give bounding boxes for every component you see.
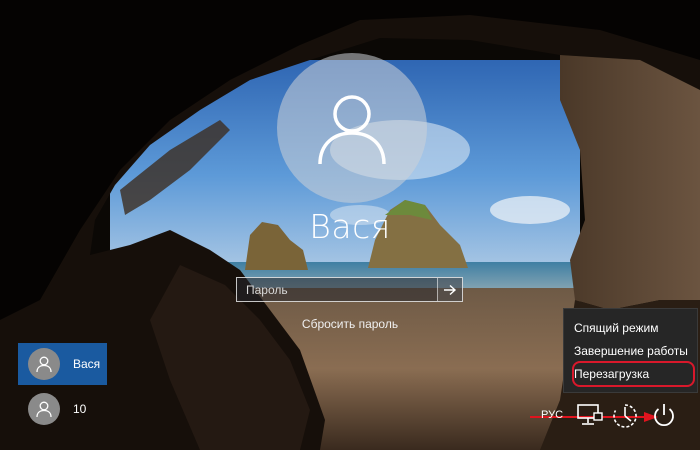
user-icon [36, 401, 52, 418]
power-button[interactable] [650, 401, 678, 431]
submit-button[interactable] [437, 278, 462, 301]
user-avatar-large [277, 53, 427, 203]
menu-item-sleep[interactable]: Спящий режим [564, 317, 697, 340]
user-list-item-vasya[interactable]: Вася [18, 343, 107, 385]
user-icon [36, 356, 52, 373]
network-button[interactable] [574, 402, 604, 428]
ease-of-access-icon [613, 404, 637, 428]
user-list-item-label: Вася [73, 357, 101, 371]
user-list: Вася 10 [18, 343, 107, 433]
password-box [236, 277, 463, 302]
language-indicator[interactable]: РУС [541, 409, 563, 421]
avatar [28, 348, 60, 380]
arrow-right-icon [444, 284, 457, 295]
user-icon [318, 95, 386, 165]
ease-of-access-button[interactable] [611, 402, 639, 430]
menu-item-shutdown[interactable]: Завершение работы [564, 340, 697, 363]
power-icon [654, 404, 674, 427]
user-list-item-label: 10 [73, 402, 87, 416]
user-list-item-10[interactable]: 10 [18, 388, 107, 430]
avatar [28, 393, 60, 425]
password-input[interactable] [237, 278, 437, 301]
network-icon [577, 404, 603, 425]
user-name: Вася [309, 207, 391, 246]
menu-item-restart[interactable]: Перезагрузка [564, 363, 697, 386]
power-menu: Спящий режим Завершение работы Перезагру… [563, 308, 698, 393]
